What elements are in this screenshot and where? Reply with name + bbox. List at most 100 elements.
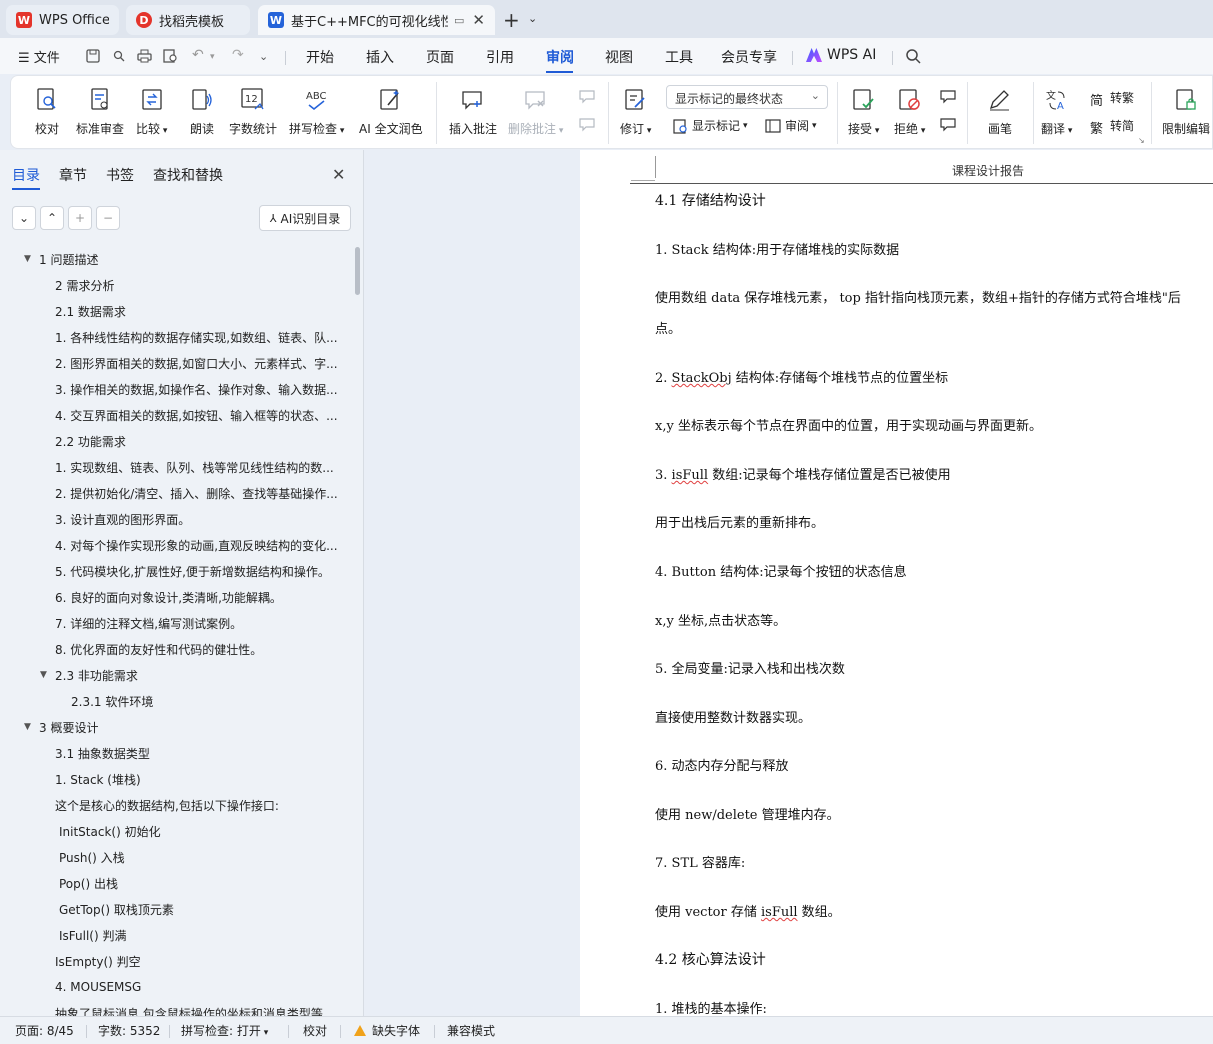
collapse-triangle-icon[interactable]: ▼	[40, 670, 47, 680]
toc-item[interactable]: Push() 入栈	[59, 844, 125, 870]
toc-item[interactable]: 1 问题描述	[39, 246, 98, 272]
toc-item[interactable]: 3 概要设计	[39, 714, 98, 740]
undo-dropdown-icon[interactable]: ▾	[210, 52, 215, 62]
new-tab-icon[interactable]: +	[503, 8, 520, 32]
menu-tools[interactable]: 工具	[665, 47, 693, 67]
proofread-button[interactable]: 校对	[33, 76, 61, 137]
to-simplified-button[interactable]: 繁转简	[1090, 117, 1134, 137]
menu-page[interactable]: 页面	[426, 47, 454, 67]
restrict-edit-button[interactable]: 限制编辑	[1162, 76, 1210, 137]
close-tab-icon[interactable]: ✕	[472, 11, 485, 29]
toc-item[interactable]: 2. 图形界面相关的数据,如窗口大小、元素样式、字...	[55, 350, 338, 376]
expand-down-button[interactable]: ⌄	[12, 206, 36, 230]
word-count-button[interactable]: 12 字数统计	[229, 76, 277, 137]
toc-item[interactable]: 这个是核心的数据结构,包括以下操作接口:	[55, 792, 279, 818]
toc-item[interactable]: 2 需求分析	[55, 272, 114, 298]
reject-button[interactable]: 拒绝 ▾	[894, 76, 925, 137]
toc-item[interactable]: GetTop() 取栈顶元素	[59, 896, 174, 922]
toc-item[interactable]: 3.1 抽象数据类型	[55, 740, 150, 766]
print-icon[interactable]	[137, 49, 152, 63]
remove-heading-button[interactable]: −	[96, 206, 120, 230]
menu-home[interactable]: 开始	[306, 47, 334, 67]
toc-item[interactable]: 4. 对每个操作实现形象的动画,直观反映结构的变化...	[55, 532, 338, 558]
to-traditional-button[interactable]: 简转繁	[1090, 89, 1134, 109]
add-heading-button[interactable]: +	[68, 206, 92, 230]
close-pane-icon[interactable]: ✕	[332, 165, 345, 184]
toc-item[interactable]: 3. 操作相关的数据,如操作名、操作对象、输入数据...	[55, 376, 338, 402]
toc-item[interactable]: 3. 设计直观的图形界面。	[55, 506, 190, 532]
tab-current-document[interactable]: W 基于C++MFC的可视化线性表 ▭ ✕	[258, 5, 495, 35]
read-aloud-button[interactable]: 朗读	[188, 76, 216, 137]
word-count-indicator[interactable]: 字数: 5352	[98, 1022, 160, 1039]
toc-item[interactable]: 2.3.1 软件环境	[71, 688, 153, 714]
menu-insert[interactable]: 插入	[366, 47, 394, 67]
toc-item[interactable]: 2.3 非功能需求	[55, 662, 138, 688]
toc-item[interactable]: 4. MOUSEMSG	[55, 974, 141, 1000]
save-icon[interactable]	[86, 49, 100, 63]
undo-icon[interactable]: ↶	[192, 47, 204, 63]
insert-comment-button[interactable]: 插入批注	[449, 76, 497, 137]
ai-proofread-button[interactable]: AI 全文润色	[359, 76, 423, 137]
share-icon[interactable]	[112, 49, 126, 63]
tab-toc[interactable]: 目录	[12, 165, 40, 190]
translate-button[interactable]: 文A 翻译 ▾	[1041, 76, 1072, 137]
ai-toc-button[interactable]: ⅄ AI识别目录	[259, 205, 351, 231]
toc-item[interactable]: 8. 优化界面的友好性和代码的健壮性。	[55, 636, 262, 662]
previous-comment-icon[interactable]	[578, 88, 596, 104]
tab-list-chevron-icon[interactable]: ⌄	[528, 12, 537, 25]
menu-review[interactable]: 审阅	[546, 47, 574, 67]
toc-item[interactable]: IsEmpty() 判空	[55, 948, 141, 974]
spelling-error-mark[interactable]: isFull	[672, 468, 709, 483]
tab-docer-templates[interactable]: D 找稻壳模板	[126, 5, 250, 35]
page-indicator[interactable]: 页面: 8/45	[15, 1022, 74, 1039]
document-page[interactable]: 课程设计报告 4.1 存储结构设计 1. Stack 结构体:用于存储堆栈的实际数…	[580, 150, 1213, 1016]
file-menu[interactable]: ☰ 文件	[18, 47, 60, 66]
compare-button[interactable]: 比较 ▾	[136, 76, 167, 137]
redo-icon[interactable]: ↷	[232, 47, 244, 63]
spelling-error-mark[interactable]: StackObj	[672, 371, 732, 386]
toc-item[interactable]: 抽象了鼠标消息,包含鼠标操作的坐标和消息类型等	[55, 1000, 323, 1017]
spell-check-status[interactable]: 拼写检查: 打开 ▾	[181, 1022, 268, 1039]
toc-item[interactable]: 2. 提供初始化/清空、插入、删除、查找等基础操作...	[55, 480, 338, 506]
next-comment-icon[interactable]	[578, 116, 596, 132]
collapse-up-button[interactable]: ⌃	[40, 206, 64, 230]
toc-item[interactable]: 2.1 数据需求	[55, 298, 126, 324]
next-change-icon[interactable]	[939, 116, 957, 132]
collapse-triangle-icon[interactable]: ▼	[24, 722, 31, 732]
print-preview-icon[interactable]	[163, 49, 178, 63]
toc-item[interactable]: 1. 实现数组、链表、队列、栈等常见线性结构的数...	[55, 454, 334, 480]
reviewing-pane-button[interactable]: 审阅 ▾	[765, 117, 817, 134]
proof-status[interactable]: 校对	[303, 1022, 327, 1039]
show-markup-button[interactable]: 显示标记 ▾	[672, 117, 748, 134]
standard-review-button[interactable]: 标准审查	[76, 76, 124, 137]
toc-item[interactable]: 5. 代码模块化,扩展性好,便于新增数据结构和操作。	[55, 558, 330, 584]
monitor-icon[interactable]: ▭	[454, 14, 464, 27]
toc-item[interactable]: 4. 交互界面相关的数据,如按钮、输入框等的状态、...	[55, 402, 338, 428]
pen-button[interactable]: 画笔	[986, 76, 1014, 137]
delete-comment-button[interactable]: 删除批注 ▾	[508, 76, 563, 137]
quick-access-more-icon[interactable]: ⌄	[259, 50, 268, 63]
previous-change-icon[interactable]	[939, 88, 957, 104]
toc-scrollbar[interactable]	[355, 247, 360, 295]
wps-ai-button[interactable]: WPS AI	[806, 47, 876, 63]
toc-item[interactable]: 6. 良好的面向对象设计,类清晰,功能解耦。	[55, 584, 282, 610]
tab-bookmarks[interactable]: 书签	[106, 165, 134, 185]
toc-item[interactable]: 1. Stack (堆栈)	[55, 766, 141, 792]
ribbon-expand-icon[interactable]: ↘	[1138, 136, 1145, 145]
toc-item[interactable]: 1. 各种线性结构的数据存储实现,如数组、链表、队...	[55, 324, 338, 350]
tab-sections[interactable]: 章节	[59, 165, 87, 185]
toc-item[interactable]: 2.2 功能需求	[55, 428, 126, 454]
menu-references[interactable]: 引用	[486, 47, 514, 67]
toc-item[interactable]: IsFull() 判满	[59, 922, 127, 948]
search-icon[interactable]	[905, 48, 921, 64]
toc-item[interactable]: Pop() 出栈	[59, 870, 118, 896]
markup-display-select[interactable]: 显示标记的最终状态 ⌄	[666, 85, 828, 109]
missing-font-status[interactable]: 缺失字体	[354, 1022, 420, 1039]
spell-check-button[interactable]: ABC 拼写检查 ▾	[289, 76, 344, 137]
toc-item[interactable]: InitStack() 初始化	[59, 818, 161, 844]
collapse-triangle-icon[interactable]: ▼	[24, 254, 31, 264]
track-changes-button[interactable]: 修订 ▾	[620, 76, 651, 137]
menu-member[interactable]: 会员专享	[721, 47, 777, 67]
menu-view[interactable]: 视图	[605, 47, 633, 67]
spelling-error-mark[interactable]: isFull	[761, 905, 798, 920]
